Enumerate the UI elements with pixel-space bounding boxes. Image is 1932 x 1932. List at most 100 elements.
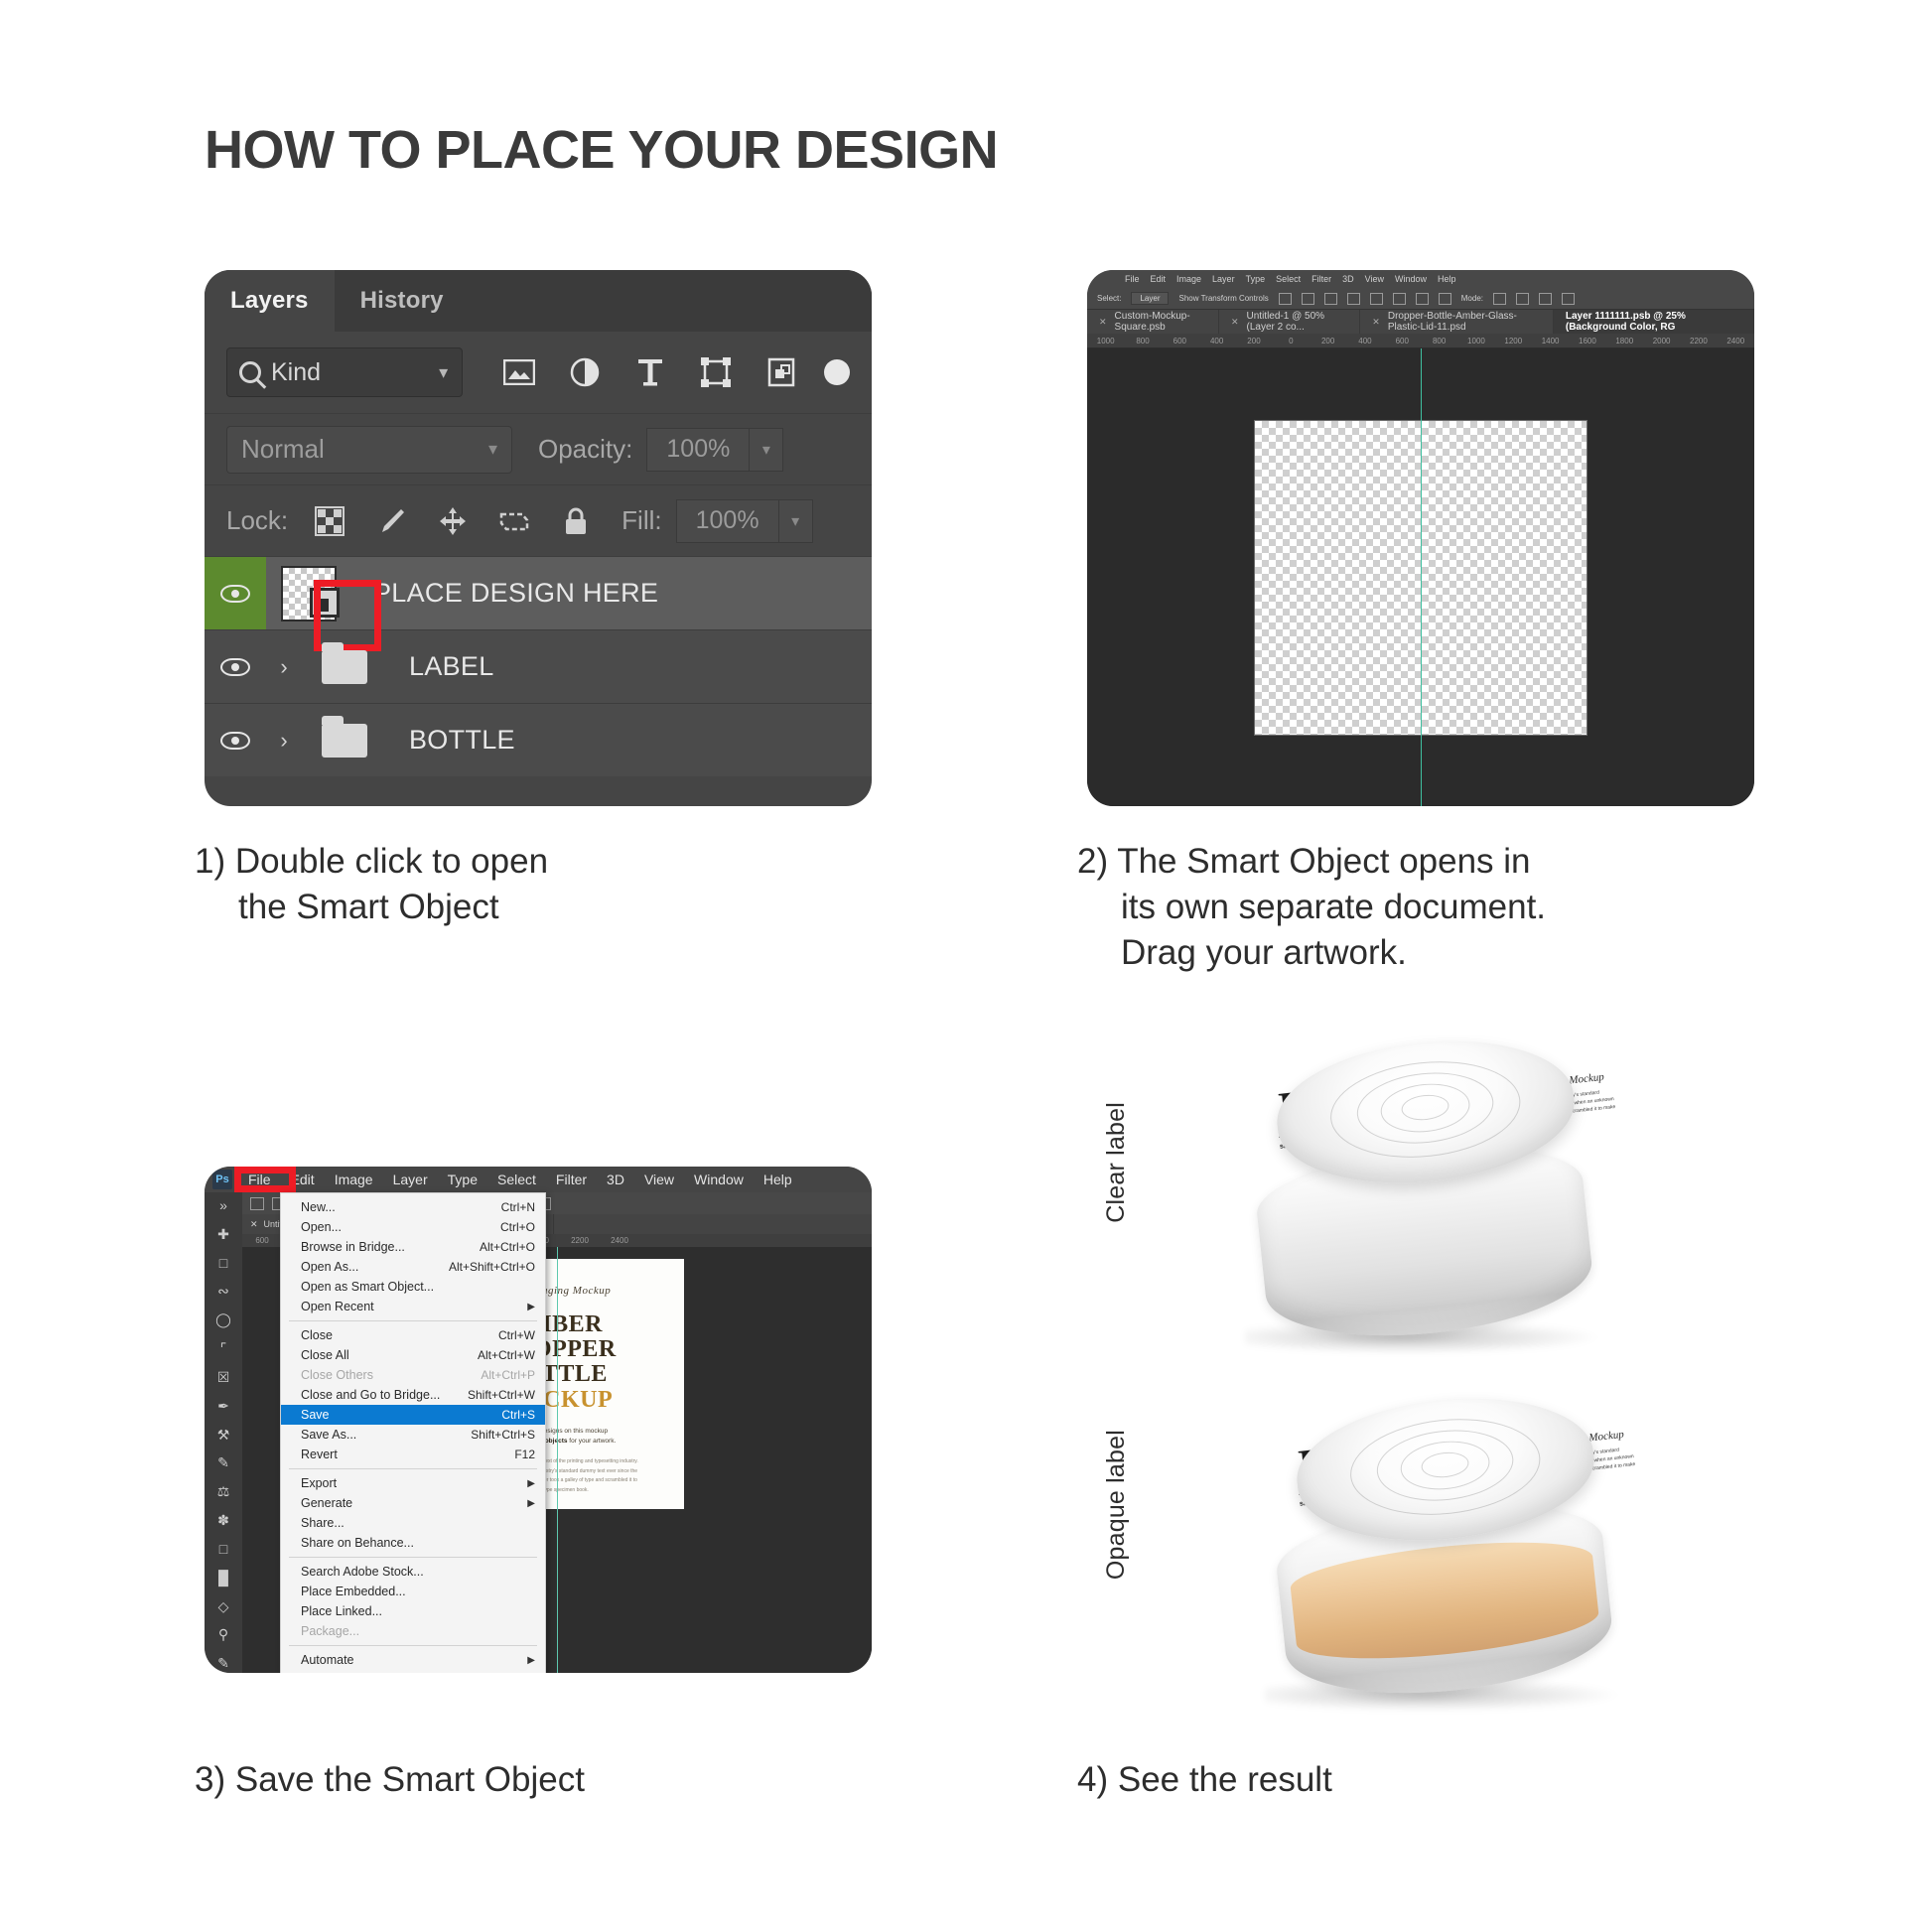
menu-select[interactable]: Select — [487, 1172, 546, 1187]
chevron-right-icon[interactable]: › — [266, 654, 302, 680]
menu-item-browse-in-bridge[interactable]: Browse in Bridge... Alt+Ctrl+O — [281, 1237, 545, 1257]
menu-item-close-and-go-to-bridge[interactable]: Close and Go to Bridge... Shift+Ctrl+W — [281, 1385, 545, 1405]
distribute-center-icon[interactable] — [1392, 292, 1406, 305]
menu-image[interactable]: Image — [1176, 274, 1201, 284]
menu-item-close[interactable]: Close Ctrl+W — [281, 1325, 545, 1345]
marquee-tool-icon[interactable]: □ — [213, 1254, 233, 1273]
layer-row-label[interactable]: › LABEL — [205, 629, 872, 703]
brush-tool-icon[interactable]: ✎ — [213, 1453, 233, 1472]
document-tab-custom-mockup[interactable]: ✕ Custom-Mockup-Square.psb — [1087, 310, 1219, 334]
file-dropdown-menu[interactable]: New... Ctrl+N Open... Ctrl+O Browse in Bri… — [280, 1192, 546, 1673]
menu-help[interactable]: Help — [754, 1172, 802, 1187]
lock-all-icon[interactable] — [560, 505, 592, 537]
menu-file[interactable]: File — [1125, 274, 1140, 284]
show-transform-controls-label[interactable]: Show Transform Controls — [1178, 294, 1268, 303]
align-right-icon[interactable] — [1323, 292, 1337, 305]
layer-row-place-design-here[interactable]: PLACE DESIGN HERE — [205, 556, 872, 651]
close-icon[interactable]: ✕ — [250, 1219, 258, 1230]
menu-item-share-on-behance[interactable]: Share on Behance... — [281, 1533, 545, 1553]
menu-type[interactable]: Type — [438, 1172, 487, 1187]
menu-view[interactable]: View — [634, 1172, 684, 1187]
menu-3d[interactable]: 3D — [597, 1172, 634, 1187]
pen-tool-icon[interactable]: ✎ — [213, 1654, 233, 1673]
filter-enable-toggle[interactable] — [824, 359, 850, 385]
image-filter-icon[interactable] — [502, 355, 536, 389]
close-icon[interactable]: ✕ — [1231, 317, 1239, 328]
menu-view[interactable]: View — [1365, 274, 1384, 284]
eraser-tool-icon[interactable]: □ — [213, 1540, 233, 1559]
menu-help[interactable]: Help — [1438, 274, 1456, 284]
collapse-panel-icon[interactable]: » — [213, 1196, 233, 1215]
lock-position-icon[interactable] — [437, 505, 469, 537]
canvas-area[interactable] — [1087, 348, 1754, 806]
opacity-value[interactable]: 100% — [646, 427, 751, 472]
fill-chevron-icon[interactable]: ▾ — [778, 498, 813, 543]
filter-kind-select[interactable]: Kind ▾ — [226, 347, 464, 397]
pan-3d-icon[interactable] — [1538, 292, 1552, 305]
menu-select[interactable]: Select — [1276, 274, 1301, 284]
layer-visibility-toggle[interactable] — [205, 630, 266, 703]
document-tab-active-layer-psb[interactable]: Layer 1111111.psb @ 25% (Background Colo… — [1553, 310, 1754, 334]
menu-layer[interactable]: Layer — [383, 1172, 438, 1187]
menu-item-new[interactable]: New... Ctrl+N — [281, 1197, 545, 1217]
menu-type[interactable]: Type — [1246, 274, 1266, 284]
lock-artboard-icon[interactable] — [498, 505, 530, 537]
menu-item-export[interactable]: Export ▶ — [281, 1473, 545, 1493]
layer-thumbnail[interactable] — [266, 565, 381, 651]
document-tab-untitled-1[interactable]: ✕ Untitled-1 @ 50% (Layer 2 co... — [1219, 310, 1361, 334]
lasso-tool-icon[interactable]: ∾ — [213, 1282, 233, 1301]
quick-selection-tool-icon[interactable]: ◯ — [213, 1311, 233, 1329]
tab-history[interactable]: History — [334, 270, 470, 332]
layer-visibility-toggle[interactable] — [205, 704, 266, 776]
menu-item-open-as-smart-object[interactable]: Open as Smart Object... — [281, 1277, 545, 1297]
eyedropper-tool-icon[interactable]: ✒ — [213, 1397, 233, 1416]
menu-item-save[interactable]: Save Ctrl+S — [281, 1405, 545, 1425]
menu-edit[interactable]: Edit — [1151, 274, 1167, 284]
align-left-icon[interactable] — [250, 1196, 264, 1210]
menu-filter[interactable]: Filter — [1311, 274, 1331, 284]
menu-item-revert[interactable]: Revert F12 — [281, 1445, 545, 1464]
chevron-right-icon[interactable]: › — [266, 728, 302, 754]
menu-filter[interactable]: Filter — [546, 1172, 597, 1187]
shape-filter-icon[interactable] — [699, 355, 733, 389]
blend-mode-select[interactable]: Normal ▾ — [226, 425, 512, 474]
menu-window[interactable]: Window — [684, 1172, 754, 1187]
menu-3d[interactable]: 3D — [1342, 274, 1354, 284]
menu-item-automate[interactable]: Automate ▶ — [281, 1650, 545, 1670]
smart-object-filter-icon[interactable] — [764, 355, 798, 389]
fill-value[interactable]: 100% — [675, 498, 779, 543]
distribute-right-icon[interactable] — [1415, 292, 1429, 305]
layer-visibility-toggle[interactable] — [205, 557, 266, 629]
move-tool-icon[interactable]: ✚ — [213, 1225, 233, 1244]
auto-select-value[interactable]: Layer — [1131, 292, 1170, 305]
document-tab-dropper-bottle[interactable]: ✕ Dropper-Bottle-Amber-Glass-Plastic-Lid… — [1360, 310, 1554, 334]
menu-item-open[interactable]: Open... Ctrl+O — [281, 1217, 545, 1237]
adjustment-filter-icon[interactable] — [568, 355, 602, 389]
slice-tool-icon[interactable]: ☒ — [213, 1368, 233, 1387]
history-brush-tool-icon[interactable]: ✽ — [213, 1511, 233, 1530]
align-center-icon[interactable] — [1301, 292, 1314, 305]
healing-brush-tool-icon[interactable]: ⚒ — [213, 1426, 233, 1445]
lock-image-pixels-icon[interactable] — [375, 505, 407, 537]
type-filter-icon[interactable] — [633, 355, 667, 389]
close-icon[interactable]: ✕ — [1372, 317, 1380, 328]
menu-item-close-all[interactable]: Close All Alt+Ctrl+W — [281, 1345, 545, 1365]
rotate-3d-icon[interactable] — [1492, 292, 1506, 305]
lock-transparent-pixels-icon[interactable] — [314, 505, 345, 537]
opacity-chevron-icon[interactable]: ▾ — [750, 427, 784, 472]
menu-item-share[interactable]: Share... — [281, 1513, 545, 1533]
more-options-icon[interactable] — [1438, 292, 1451, 305]
align-top-icon[interactable] — [1346, 292, 1360, 305]
menu-window[interactable]: Window — [1395, 274, 1427, 284]
tab-layers[interactable]: Layers — [205, 270, 335, 332]
menu-layer[interactable]: Layer — [1212, 274, 1235, 284]
clone-stamp-tool-icon[interactable]: ⚖ — [213, 1482, 233, 1501]
slide-3d-icon[interactable] — [1561, 292, 1575, 305]
distribute-left-icon[interactable] — [1369, 292, 1383, 305]
crop-tool-icon[interactable]: ⌜ — [213, 1339, 233, 1358]
align-left-icon[interactable] — [1278, 292, 1292, 305]
menu-item-open-as[interactable]: Open As... Alt+Shift+Ctrl+O — [281, 1257, 545, 1277]
menu-item-place-embedded[interactable]: Place Embedded... — [281, 1582, 545, 1601]
dodge-tool-icon[interactable]: ⚲ — [213, 1625, 233, 1644]
menu-item-open-recent[interactable]: Open Recent ▶ — [281, 1297, 545, 1316]
